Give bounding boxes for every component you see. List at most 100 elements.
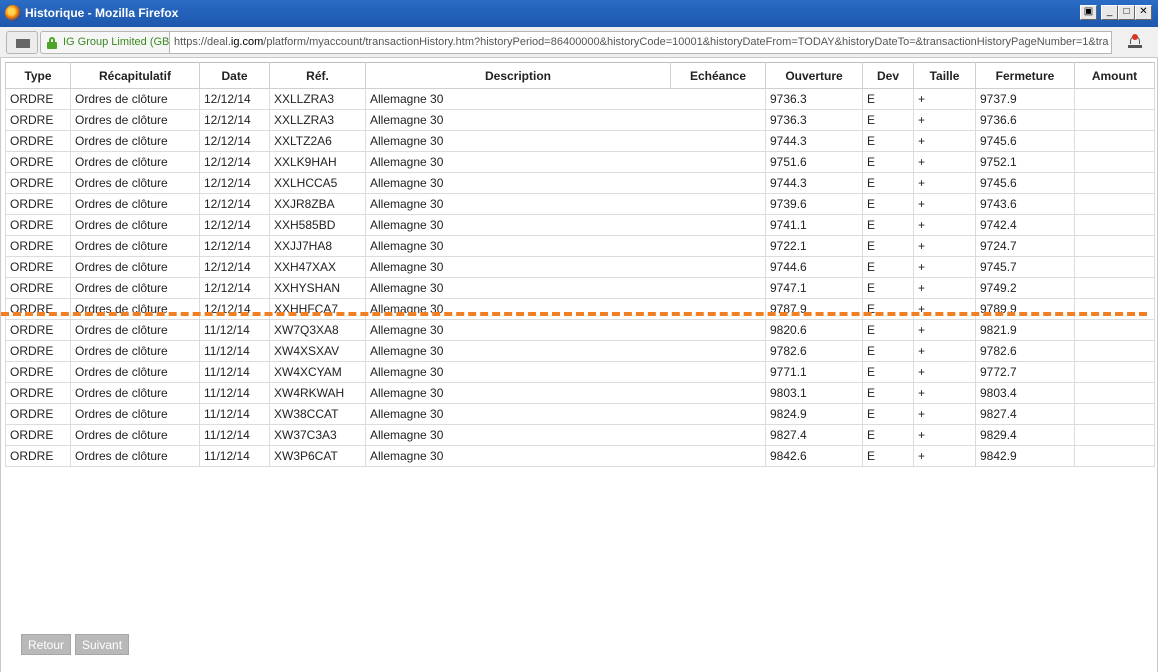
cell-taille: +	[913, 319, 976, 341]
cell-date: 12/12/14	[199, 151, 270, 173]
cell-fermeture: 9752.1	[975, 151, 1075, 173]
cell-date: 11/12/14	[199, 424, 270, 446]
transaction-history-table: Type Récapitulatif Date Réf. Description Eché…	[5, 62, 1155, 467]
cell-description: Allemagne 30	[365, 382, 671, 404]
cell-ouverture: 9827.4	[765, 424, 863, 446]
cell-date: 11/12/14	[199, 361, 270, 383]
cell-description: Allemagne 30	[365, 403, 671, 425]
cell-fermeture: 9736.6	[975, 109, 1075, 131]
cell-ref: XXLLZRA3	[269, 109, 366, 131]
cell-type: ORDRE	[5, 151, 71, 173]
cell-type: ORDRE	[5, 361, 71, 383]
cell-date: 12/12/14	[199, 256, 270, 278]
cell-type: ORDRE	[5, 298, 71, 320]
cell-dev: E	[862, 172, 914, 194]
address-bar: IG Group Limited (GB) https://deal.ig.co…	[0, 27, 1158, 58]
cell-ref: XXHYSHAN	[269, 277, 366, 299]
cell-taille: +	[913, 130, 976, 152]
cell-description: Allemagne 30	[365, 214, 671, 236]
cell-date: 12/12/14	[199, 172, 270, 194]
cell-type: ORDRE	[5, 193, 71, 215]
cell-description: Allemagne 30	[365, 445, 671, 467]
cell-fermeture: 9737.9	[975, 88, 1075, 110]
cell-type: ORDRE	[5, 403, 71, 425]
cell-amount	[1074, 361, 1155, 383]
cell-amount	[1074, 403, 1155, 425]
cell-description: Allemagne 30	[365, 361, 671, 383]
table-row: ORDRE Ordres de clôture 11/12/14 XW38CCAT Al…	[5, 403, 1155, 425]
cell-dev: E	[862, 340, 914, 362]
cell-description: Allemagne 30	[365, 130, 671, 152]
cell-fermeture: 9724.7	[975, 235, 1075, 257]
cell-ouverture: 9803.1	[765, 382, 863, 404]
cell-ouverture: 9782.6	[765, 340, 863, 362]
site-identity[interactable]: IG Group Limited (GB)	[40, 31, 180, 54]
url-prefix: https://deal.	[174, 36, 231, 48]
cell-ref: XXH585BD	[269, 214, 366, 236]
cell-amount	[1074, 193, 1155, 215]
firefox-icon	[5, 5, 21, 21]
cell-echeance	[670, 256, 766, 278]
cell-taille: +	[913, 445, 976, 467]
cell-dev: E	[862, 214, 914, 236]
cell-fermeture: 9821.9	[975, 319, 1075, 341]
table-row: ORDRE Ordres de clôture 11/12/14 XW37C3A3 Al…	[5, 424, 1155, 446]
cell-type: ORDRE	[5, 277, 71, 299]
cell-echeance	[670, 382, 766, 404]
cell-amount	[1074, 277, 1155, 299]
cell-taille: +	[913, 298, 976, 320]
maximize-button[interactable]: □	[1118, 5, 1135, 20]
cell-type: ORDRE	[5, 172, 71, 194]
header-ouverture: Ouverture	[765, 62, 863, 89]
cell-date: 11/12/14	[199, 382, 270, 404]
cell-recapitulatif: Ordres de clôture	[70, 445, 200, 467]
table-row: ORDRE Ordres de clôture 12/12/14 XXHYSHAN Al…	[5, 277, 1155, 299]
cell-fermeture: 9745.7	[975, 256, 1075, 278]
cell-dev: E	[862, 88, 914, 110]
cell-date: 11/12/14	[199, 403, 270, 425]
cell-recapitulatif: Ordres de clôture	[70, 256, 200, 278]
close-button[interactable]: ✕	[1135, 5, 1152, 20]
cell-ouverture: 9751.6	[765, 151, 863, 173]
cell-description: Allemagne 30	[365, 319, 671, 341]
cell-date: 12/12/14	[199, 88, 270, 110]
cell-recapitulatif: Ordres de clôture	[70, 151, 200, 173]
url-field[interactable]: https://deal.ig.com/platform/myaccount/t…	[169, 31, 1112, 54]
cell-fermeture: 9803.4	[975, 382, 1075, 404]
cell-description: Allemagne 30	[365, 172, 671, 194]
cell-echeance	[670, 403, 766, 425]
restore-app-icon[interactable]: ▣	[1080, 5, 1097, 20]
table-header-row: Type Récapitulatif Date Réf. Description Eché…	[5, 62, 1155, 89]
cell-echeance	[670, 109, 766, 131]
cell-taille: +	[913, 88, 976, 110]
cell-amount	[1074, 424, 1155, 446]
cell-fermeture: 9742.4	[975, 214, 1075, 236]
cell-dev: E	[862, 109, 914, 131]
cell-recapitulatif: Ordres de clôture	[70, 235, 200, 257]
tab-groups-icon[interactable]	[6, 31, 38, 54]
cell-echeance	[670, 424, 766, 446]
cell-taille: +	[913, 193, 976, 215]
cell-ouverture: 9747.1	[765, 277, 863, 299]
cell-description: Allemagne 30	[365, 109, 671, 131]
notification-icon[interactable]	[1127, 34, 1143, 50]
cell-description: Allemagne 30	[365, 424, 671, 446]
window-title: Historique - Mozilla Firefox	[25, 6, 179, 20]
minimize-button[interactable]: _	[1101, 5, 1118, 20]
cell-amount	[1074, 130, 1155, 152]
header-date: Date	[199, 62, 270, 89]
cell-recapitulatif: Ordres de clôture	[70, 298, 200, 320]
cell-recapitulatif: Ordres de clôture	[70, 319, 200, 341]
table-row: ORDRE Ordres de clôture 12/12/14 XXJJ7HA8 Al…	[5, 235, 1155, 257]
back-button[interactable]: Retour	[21, 634, 72, 655]
cell-recapitulatif: Ordres de clôture	[70, 340, 200, 362]
cell-echeance	[670, 172, 766, 194]
next-button[interactable]: Suivant	[75, 634, 130, 655]
cell-ref: XXLHCCA5	[269, 172, 366, 194]
cell-type: ORDRE	[5, 319, 71, 341]
cell-dev: E	[862, 130, 914, 152]
cell-ref: XXHHFCA7	[269, 298, 366, 320]
header-amount: Amount	[1074, 62, 1155, 89]
cell-type: ORDRE	[5, 256, 71, 278]
cell-fermeture: 9743.6	[975, 193, 1075, 215]
